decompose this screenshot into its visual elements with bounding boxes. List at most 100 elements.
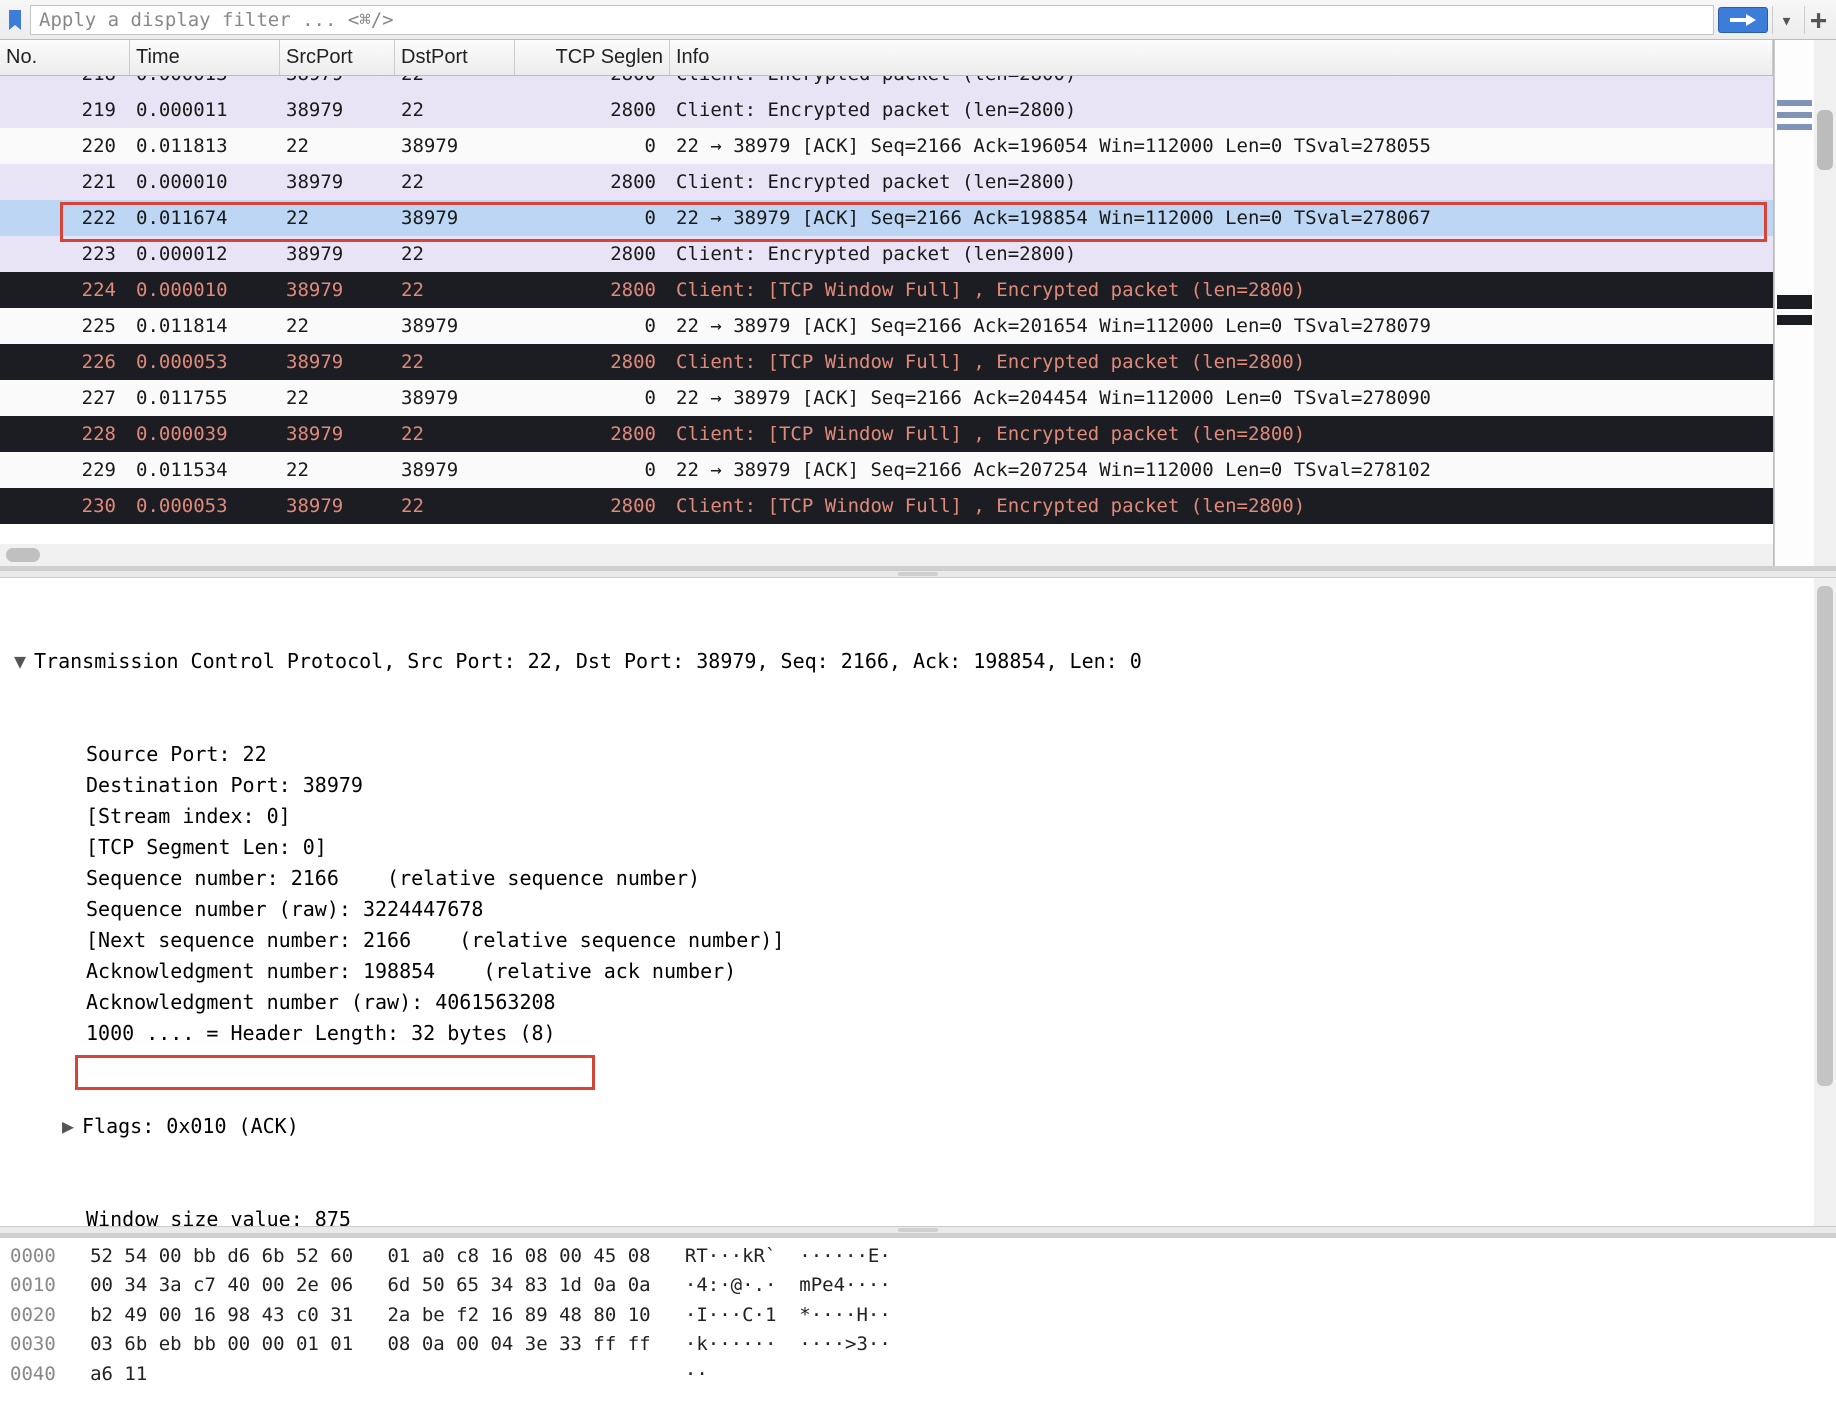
cell-time: 0.000039 (130, 423, 280, 445)
bookmark-icon[interactable] (4, 7, 26, 33)
cell-no: 222 (0, 207, 130, 229)
cell-seglen: 2800 (515, 279, 670, 301)
cell-time: 0.000010 (130, 171, 280, 193)
calculated-window-highlight (75, 1055, 595, 1090)
cell-no: 218 (0, 76, 130, 85)
cell-srcport: 22 (280, 387, 395, 409)
detail-line[interactable]: Window size value: 875 (6, 1204, 1814, 1226)
packet-list-hscrollbar[interactable] (0, 544, 1773, 566)
column-headers: No. Time SrcPort DstPort TCP Seglen Info (0, 40, 1773, 76)
cell-time: 0.000010 (130, 279, 280, 301)
cell-info: Client: [TCP Window Full] , Encrypted pa… (670, 279, 1773, 301)
column-header-no[interactable]: No. (0, 40, 130, 75)
cell-no: 221 (0, 171, 130, 193)
packet-row[interactable]: 2300.00005338979222800Client: [TCP Windo… (0, 488, 1773, 524)
tree-item-flags[interactable]: ▶ Flags: 0x010 (ACK) (6, 1111, 1814, 1142)
cell-dstport: 22 (395, 279, 515, 301)
packet-row[interactable]: 2190.00001138979222800Client: Encrypted … (0, 92, 1773, 128)
disclosure-triangle-open-icon[interactable]: ▼ (6, 646, 34, 677)
cell-no: 225 (0, 315, 130, 337)
cell-srcport: 38979 (280, 76, 395, 85)
cell-seglen: 2800 (515, 423, 670, 445)
hex-row[interactable]: 0020 b2 49 00 16 98 43 c0 31 2a be f2 16… (10, 1301, 1836, 1330)
cell-seglen: 0 (515, 135, 670, 157)
cell-dstport: 38979 (395, 207, 515, 229)
detail-line[interactable]: [Next sequence number: 2166 (relative se… (6, 925, 1814, 956)
cell-dstport: 22 (395, 243, 515, 265)
cell-dstport: 38979 (395, 135, 515, 157)
detail-line[interactable]: [Stream index: 0] (6, 801, 1814, 832)
details-vscrollbar[interactable] (1814, 578, 1836, 1226)
cell-dstport: 22 (395, 76, 515, 85)
cell-srcport: 38979 (280, 279, 395, 301)
detail-line[interactable]: Sequence number: 2166 (relative sequence… (6, 863, 1814, 894)
column-header-srcport[interactable]: SrcPort (280, 40, 395, 75)
packet-row[interactable]: 2280.00003938979222800Client: [TCP Windo… (0, 416, 1773, 452)
hex-row[interactable]: 0010 00 34 3a c7 40 00 2e 06 6d 50 65 34… (10, 1271, 1836, 1300)
packet-row[interactable]: 2210.00001038979222800Client: Encrypted … (0, 164, 1773, 200)
cell-time: 0.011814 (130, 315, 280, 337)
cell-seglen: 0 (515, 315, 670, 337)
cell-info: 22 → 38979 [ACK] Seq=2166 Ack=196054 Win… (670, 135, 1773, 157)
packet-row[interactable]: 2290.0115342238979022 → 38979 [ACK] Seq=… (0, 452, 1773, 488)
cell-srcport: 22 (280, 459, 395, 481)
cell-time: 0.000011 (130, 99, 280, 121)
packet-row[interactable]: 2270.0117552238979022 → 38979 [ACK] Seq=… (0, 380, 1773, 416)
packet-row[interactable]: 2240.00001038979222800Client: [TCP Windo… (0, 272, 1773, 308)
cell-srcport: 38979 (280, 351, 395, 373)
cell-no: 224 (0, 279, 130, 301)
filter-history-dropdown[interactable]: ▾ (1772, 6, 1800, 34)
detail-line[interactable]: 1000 .... = Header Length: 32 bytes (8) (6, 1018, 1814, 1049)
packet-details-pane: ▼ Transmission Control Protocol, Src Por… (0, 578, 1836, 1226)
tree-item-tcp[interactable]: ▼ Transmission Control Protocol, Src Por… (6, 646, 1814, 677)
filter-toolbar: ▾ + (0, 0, 1836, 40)
cell-info: Client: Encrypted packet (len=2800) (670, 99, 1773, 121)
packet-rows[interactable]: 2180.00001338979222800Client: Encrypted … (0, 76, 1773, 544)
cell-time: 0.011813 (130, 135, 280, 157)
cell-time: 0.011674 (130, 207, 280, 229)
hex-row[interactable]: 0000 52 54 00 bb d6 6b 52 60 01 a0 c8 16… (10, 1242, 1836, 1271)
detail-line[interactable]: Source Port: 22 (6, 739, 1814, 770)
packet-row[interactable]: 2230.00001238979222800Client: Encrypted … (0, 236, 1773, 272)
column-header-dstport[interactable]: DstPort (395, 40, 515, 75)
apply-filter-button[interactable] (1718, 7, 1768, 33)
column-header-info[interactable]: Info (670, 40, 1773, 75)
detail-line[interactable]: Acknowledgment number: 198854 (relative … (6, 956, 1814, 987)
detail-line[interactable]: [TCP Segment Len: 0] (6, 832, 1814, 863)
cell-info: 22 → 38979 [ACK] Seq=2166 Ack=207254 Win… (670, 459, 1773, 481)
cell-dstport: 22 (395, 495, 515, 517)
packet-row[interactable]: 2260.00005338979222800Client: [TCP Windo… (0, 344, 1773, 380)
detail-line[interactable]: Acknowledgment number (raw): 4061563208 (6, 987, 1814, 1018)
packet-bytes-pane[interactable]: 0000 52 54 00 bb d6 6b 52 60 01 a0 c8 16… (0, 1234, 1836, 1404)
packet-minimap[interactable] (1774, 40, 1814, 566)
hex-row[interactable]: 0040 a6 11 ·· (10, 1360, 1836, 1389)
column-header-seglen[interactable]: TCP Seglen (515, 40, 670, 75)
detail-line[interactable]: Sequence number (raw): 3224447678 (6, 894, 1814, 925)
cell-srcport: 22 (280, 135, 395, 157)
cell-dstport: 22 (395, 99, 515, 121)
cell-srcport: 22 (280, 207, 395, 229)
disclosure-triangle-closed-icon[interactable]: ▶ (54, 1111, 82, 1142)
packet-list-vscrollbar[interactable] (1814, 40, 1836, 566)
cell-time: 0.000012 (130, 243, 280, 265)
packet-row[interactable]: 2200.0118132238979022 → 38979 [ACK] Seq=… (0, 128, 1773, 164)
pane-splitter-top[interactable] (0, 570, 1836, 578)
cell-no: 223 (0, 243, 130, 265)
cell-seglen: 2800 (515, 76, 670, 85)
cell-dstport: 22 (395, 171, 515, 193)
packet-row[interactable]: 2220.0116742238979022 → 38979 [ACK] Seq=… (0, 200, 1773, 236)
detail-line[interactable]: Destination Port: 38979 (6, 770, 1814, 801)
cell-seglen: 0 (515, 459, 670, 481)
pane-splitter-bottom[interactable] (0, 1226, 1836, 1234)
display-filter-input[interactable] (30, 5, 1714, 35)
packet-row[interactable]: 2180.00001338979222800Client: Encrypted … (0, 76, 1773, 92)
cell-srcport: 38979 (280, 495, 395, 517)
cell-no: 219 (0, 99, 130, 121)
packet-row[interactable]: 2250.0118142238979022 → 38979 [ACK] Seq=… (0, 308, 1773, 344)
hex-row[interactable]: 0030 03 6b eb bb 00 00 01 01 08 0a 00 04… (10, 1330, 1836, 1359)
add-filter-button[interactable]: + (1804, 6, 1832, 34)
column-header-time[interactable]: Time (130, 40, 280, 75)
cell-info: Client: [TCP Window Full] , Encrypted pa… (670, 495, 1773, 517)
cell-info: 22 → 38979 [ACK] Seq=2166 Ack=204454 Win… (670, 387, 1773, 409)
packet-list-pane: No. Time SrcPort DstPort TCP Seglen Info… (0, 40, 1774, 566)
